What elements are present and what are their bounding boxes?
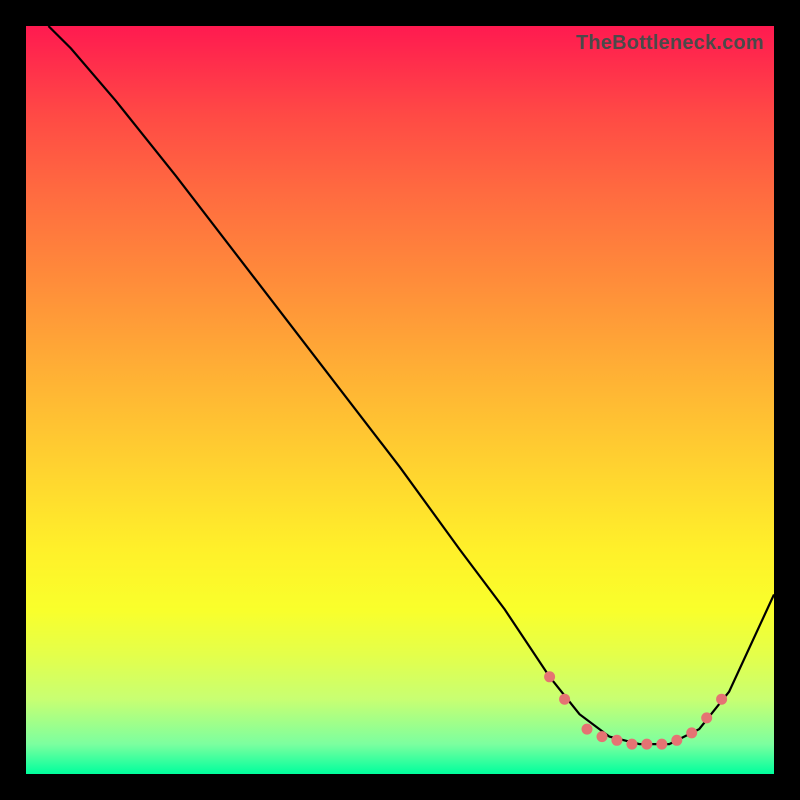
marker-cluster xyxy=(544,671,727,749)
bottleneck-curve xyxy=(48,26,774,744)
marker-dot xyxy=(559,694,570,705)
marker-dot xyxy=(611,735,622,746)
marker-dot xyxy=(544,671,555,682)
marker-dot xyxy=(701,712,712,723)
marker-dot xyxy=(716,694,727,705)
marker-dot xyxy=(686,727,697,738)
curve-layer xyxy=(26,26,774,774)
marker-dot xyxy=(641,739,652,750)
chart-container: TheBottleneck.com xyxy=(0,0,800,800)
plot-area: TheBottleneck.com xyxy=(26,26,774,774)
marker-dot xyxy=(582,724,593,735)
marker-dot xyxy=(597,731,608,742)
marker-dot xyxy=(656,739,667,750)
marker-dot xyxy=(671,735,682,746)
marker-dot xyxy=(626,739,637,750)
